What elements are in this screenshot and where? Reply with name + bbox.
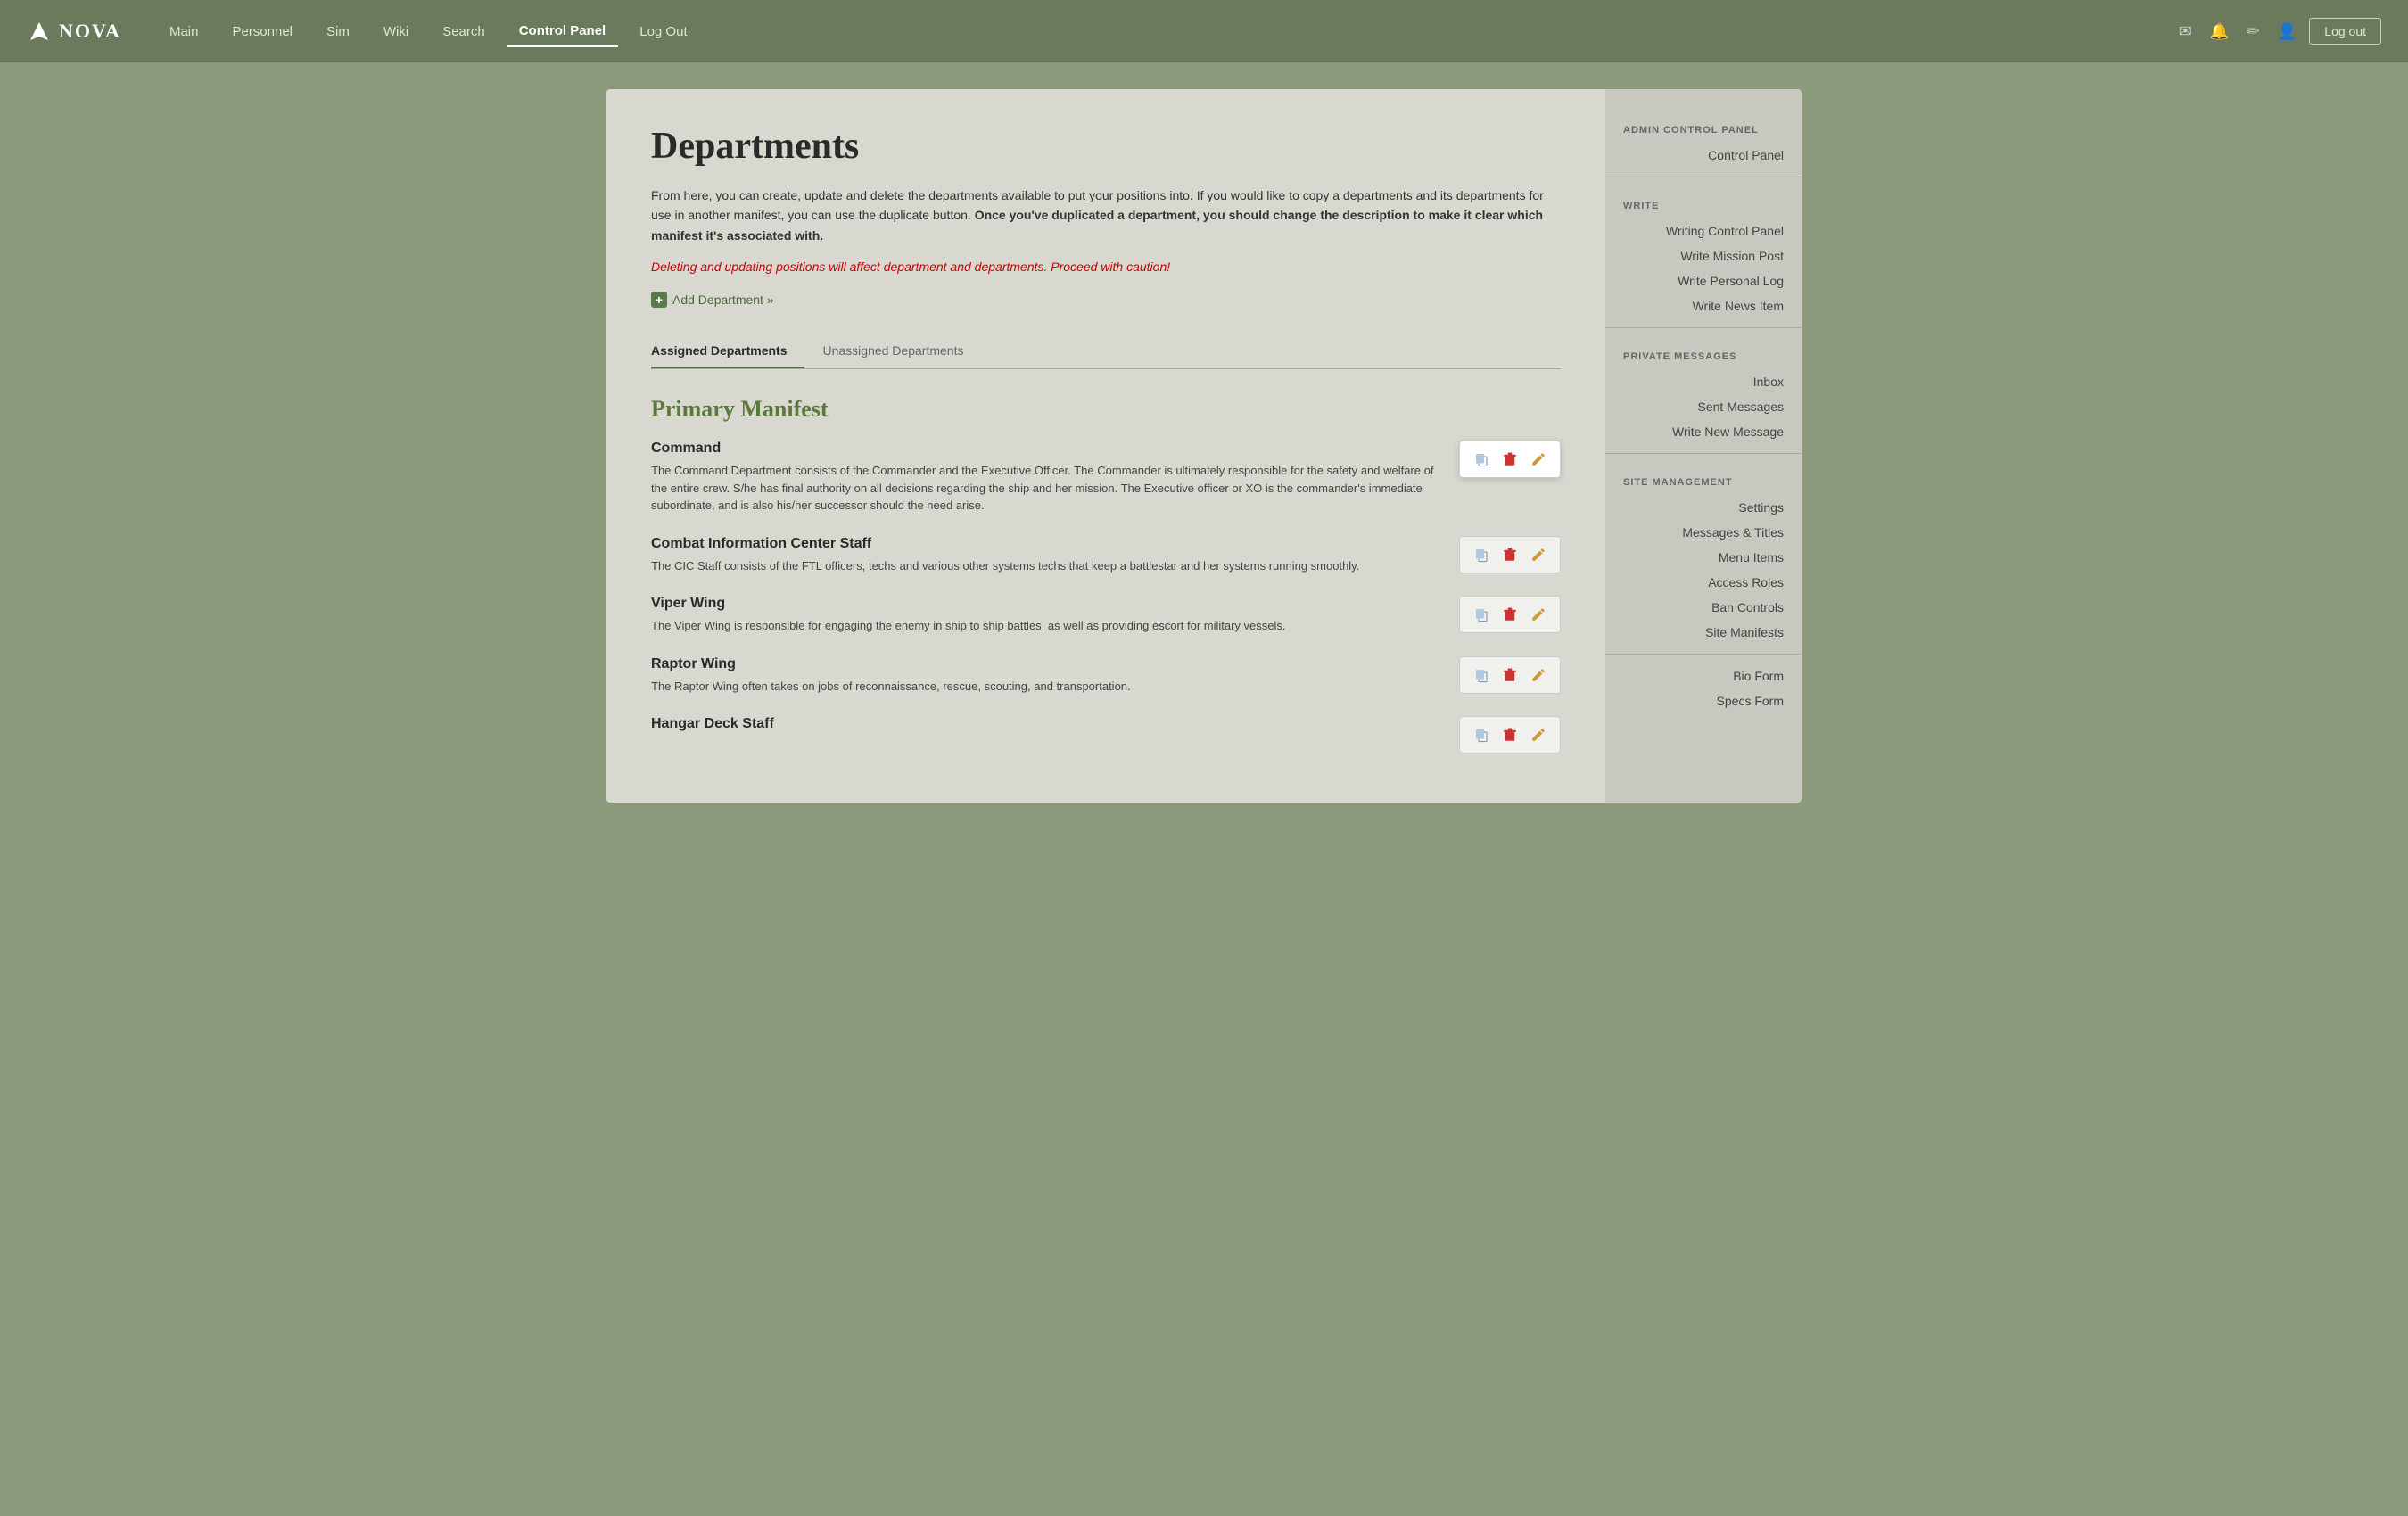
copy-button[interactable] xyxy=(1469,602,1494,627)
edit-button[interactable] xyxy=(1526,722,1551,747)
copy-button[interactable] xyxy=(1469,722,1494,747)
logo-icon xyxy=(27,19,52,44)
edit-icon[interactable]: ✏ xyxy=(2241,20,2264,43)
sidebar-ban-controls[interactable]: Ban Controls xyxy=(1605,595,1802,620)
sidebar-divider-2 xyxy=(1605,327,1802,328)
sidebar-sent-messages[interactable]: Sent Messages xyxy=(1605,394,1802,419)
nav-logout[interactable]: Log Out xyxy=(627,17,699,46)
envelope-icon[interactable]: ✉ xyxy=(2173,20,2197,43)
sidebar-messages-titles[interactable]: Messages & Titles xyxy=(1605,520,1802,545)
sidebar-access-roles[interactable]: Access Roles xyxy=(1605,570,1802,595)
tab-assigned-departments[interactable]: Assigned Departments xyxy=(651,334,804,368)
user-icon[interactable]: 👤 xyxy=(2275,20,2298,43)
content-area: Departments From here, you can create, u… xyxy=(606,89,1605,803)
tabs: Assigned Departments Unassigned Departme… xyxy=(651,334,1561,369)
action-buttons xyxy=(1459,656,1561,694)
nav-control-panel[interactable]: Control Panel xyxy=(507,16,619,47)
department-item: Raptor Wing The Raptor Wing often takes o… xyxy=(651,656,1561,696)
action-buttons xyxy=(1459,536,1561,573)
edit-button[interactable] xyxy=(1526,447,1551,472)
logo-text: NOVA xyxy=(59,20,121,43)
page-title: Departments xyxy=(651,125,1561,168)
nav-main[interactable]: Main xyxy=(157,17,211,46)
copy-button[interactable] xyxy=(1469,447,1494,472)
edit-button[interactable] xyxy=(1526,542,1551,567)
sidebar-pm-section: PRIVATE MESSAGES xyxy=(1605,337,1802,369)
tab-unassigned-departments[interactable]: Unassigned Departments xyxy=(822,334,981,368)
delete-button[interactable] xyxy=(1497,602,1522,627)
sidebar-divider-3 xyxy=(1605,453,1802,454)
sidebar-site-section: SITE MANAGEMENT xyxy=(1605,463,1802,495)
delete-button[interactable] xyxy=(1497,542,1522,567)
sidebar-bio-form[interactable]: Bio Form xyxy=(1605,663,1802,688)
sidebar-inbox[interactable]: Inbox xyxy=(1605,369,1802,394)
sidebar-write-new-message[interactable]: Write New Message xyxy=(1605,419,1802,444)
department-name: Raptor Wing xyxy=(651,656,1561,672)
nav-links: Main Personnel Sim Wiki Search Control P… xyxy=(157,16,2173,47)
action-buttons xyxy=(1459,596,1561,633)
action-buttons xyxy=(1459,441,1561,478)
department-item: Viper Wing The Viper Wing is responsible … xyxy=(651,596,1561,635)
departments-container: Command The Command Department consists o… xyxy=(651,441,1561,732)
department-item: Hangar Deck Staff xyxy=(651,716,1561,732)
bell-icon[interactable]: 🔔 xyxy=(2207,20,2231,43)
copy-button[interactable] xyxy=(1469,542,1494,567)
sidebar-write-section: WRITE xyxy=(1605,186,1802,218)
manifest-title: Primary Manifest xyxy=(651,396,1561,423)
department-name: Command xyxy=(651,441,1561,457)
sidebar-menu-items[interactable]: Menu Items xyxy=(1605,545,1802,570)
edit-button[interactable] xyxy=(1526,663,1551,688)
nav-wiki[interactable]: Wiki xyxy=(371,17,421,46)
sidebar-write-personal-log[interactable]: Write Personal Log xyxy=(1605,268,1802,293)
sidebar-divider-4 xyxy=(1605,654,1802,655)
delete-button[interactable] xyxy=(1497,663,1522,688)
sidebar-settings[interactable]: Settings xyxy=(1605,495,1802,520)
nav-sim[interactable]: Sim xyxy=(314,17,362,46)
edit-button[interactable] xyxy=(1526,602,1551,627)
delete-button[interactable] xyxy=(1497,447,1522,472)
department-item: Command The Command Department consists o… xyxy=(651,441,1561,515)
action-buttons xyxy=(1459,716,1561,754)
department-description: The Raptor Wing often takes on jobs of r… xyxy=(651,678,1436,696)
logo[interactable]: NOVA xyxy=(27,19,121,44)
add-icon: + xyxy=(651,292,667,308)
sidebar-admin-section: ADMIN CONTROL PANEL xyxy=(1605,111,1802,143)
department-description: The Command Department consists of the C… xyxy=(651,462,1436,515)
nav-personnel[interactable]: Personnel xyxy=(219,17,305,46)
warning-text: Deleting and updating positions will aff… xyxy=(651,260,1561,274)
copy-button[interactable] xyxy=(1469,663,1494,688)
page-description-1: From here, you can create, update and de… xyxy=(651,185,1561,245)
logout-button[interactable]: Log out xyxy=(2309,18,2381,45)
department-name: Viper Wing xyxy=(651,596,1561,612)
sidebar-write-news-item[interactable]: Write News Item xyxy=(1605,293,1802,318)
sidebar: ADMIN CONTROL PANEL Control Panel WRITE … xyxy=(1605,89,1802,803)
top-navigation: NOVA Main Personnel Sim Wiki Search Cont… xyxy=(0,0,2408,62)
main-wrapper: Departments From here, you can create, u… xyxy=(580,62,1828,829)
department-description: The CIC Staff consists of the FTL office… xyxy=(651,557,1436,575)
sidebar-write-mission-post[interactable]: Write Mission Post xyxy=(1605,243,1802,268)
add-department-link[interactable]: + Add Department » xyxy=(651,292,774,308)
department-name: Combat Information Center Staff xyxy=(651,536,1561,552)
topnav-right: ✉ 🔔 ✏ 👤 Log out xyxy=(2173,18,2381,45)
department-item: Combat Information Center Staff The CIC S… xyxy=(651,536,1561,575)
sidebar-site-manifests[interactable]: Site Manifests xyxy=(1605,620,1802,645)
sidebar-specs-form[interactable]: Specs Form xyxy=(1605,688,1802,713)
nav-search[interactable]: Search xyxy=(430,17,498,46)
sidebar-control-panel[interactable]: Control Panel xyxy=(1605,143,1802,168)
department-description: The Viper Wing is responsible for engagi… xyxy=(651,617,1436,635)
delete-button[interactable] xyxy=(1497,722,1522,747)
sidebar-writing-control-panel[interactable]: Writing Control Panel xyxy=(1605,218,1802,243)
department-name: Hangar Deck Staff xyxy=(651,716,1561,732)
